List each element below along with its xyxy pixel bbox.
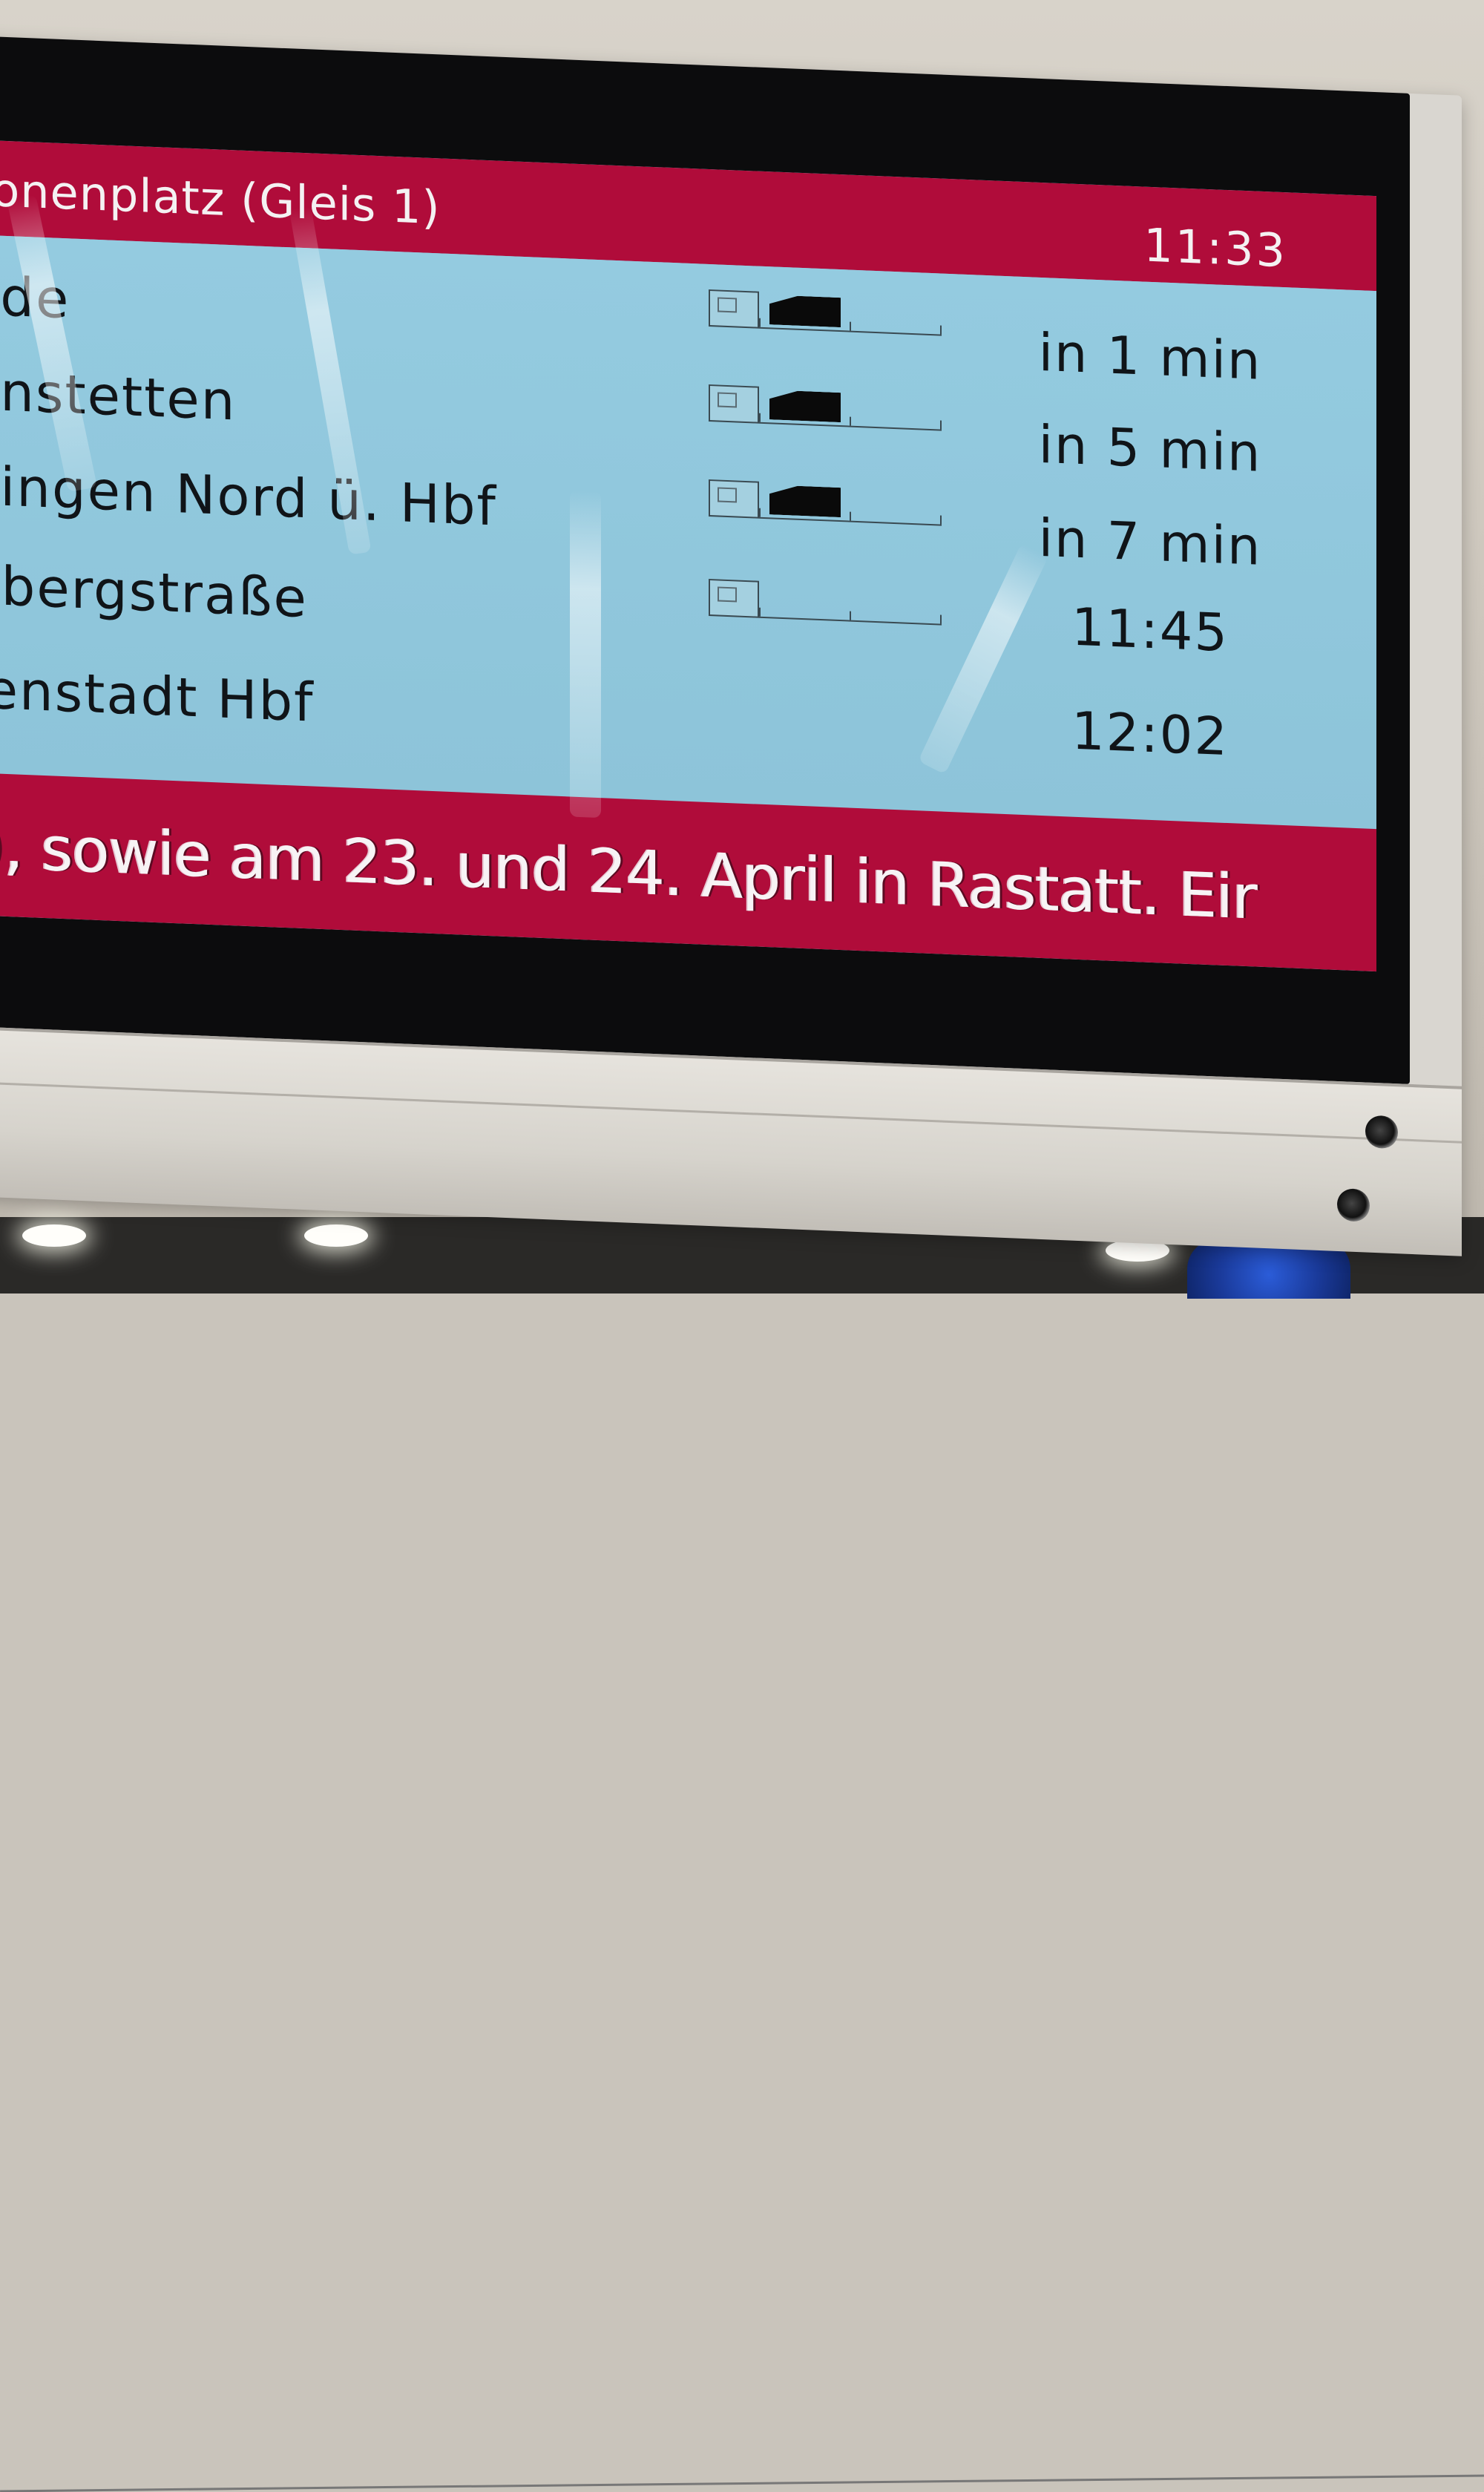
vehicle-icon <box>709 578 759 618</box>
station-name: (ronenplatz (Gleis 1) <box>0 161 441 235</box>
due-time: in 7 min <box>1038 507 1262 577</box>
due-time: in 1 min <box>1038 321 1262 392</box>
vehicle-icon <box>709 479 759 519</box>
ticker-text: r), sowie am 23. und 24. April in Rastat… <box>0 810 1257 934</box>
vehicle-icon <box>709 289 759 329</box>
occupancy-indicator <box>709 384 946 440</box>
casing-seam <box>0 1081 1462 1144</box>
light-reflection <box>570 490 601 819</box>
occupancy-bar-icon <box>769 295 841 327</box>
due-time: in 5 min <box>1038 413 1262 484</box>
occupancy-indicator <box>709 479 946 535</box>
destination: inbergstraße <box>0 552 308 630</box>
ceiling-lamp <box>304 1224 368 1247</box>
occupancy-indicator <box>709 578 946 635</box>
destination: einstetten <box>0 358 237 433</box>
vehicle-icon <box>709 384 759 424</box>
occupancy-indicator <box>709 289 946 345</box>
current-time: 11:33 <box>1143 217 1287 278</box>
ceiling-lamp <box>22 1224 86 1247</box>
cable <box>0 2474 1484 2492</box>
occupancy-bar-icon <box>769 390 841 422</box>
mounting-screw-icon <box>1365 1115 1398 1150</box>
display-bezel: (ronenplatz (Gleis 1) 11:33 eide in 1 mi… <box>0 36 1410 1084</box>
occupancy-bar-icon <box>769 485 841 517</box>
departure-list: eide in 1 min einstetten <box>0 235 1376 830</box>
due-time: 12:02 <box>1071 700 1229 768</box>
departure-screen: (ronenplatz (Gleis 1) 11:33 eide in 1 mi… <box>0 140 1376 972</box>
mounting-screw-icon <box>1337 1187 1370 1222</box>
due-time: 11:45 <box>1071 596 1229 664</box>
display-casing: (ronenplatz (Gleis 1) 11:33 eide in 1 mi… <box>0 36 1462 1256</box>
destination: denstadt Hbf <box>0 656 315 734</box>
